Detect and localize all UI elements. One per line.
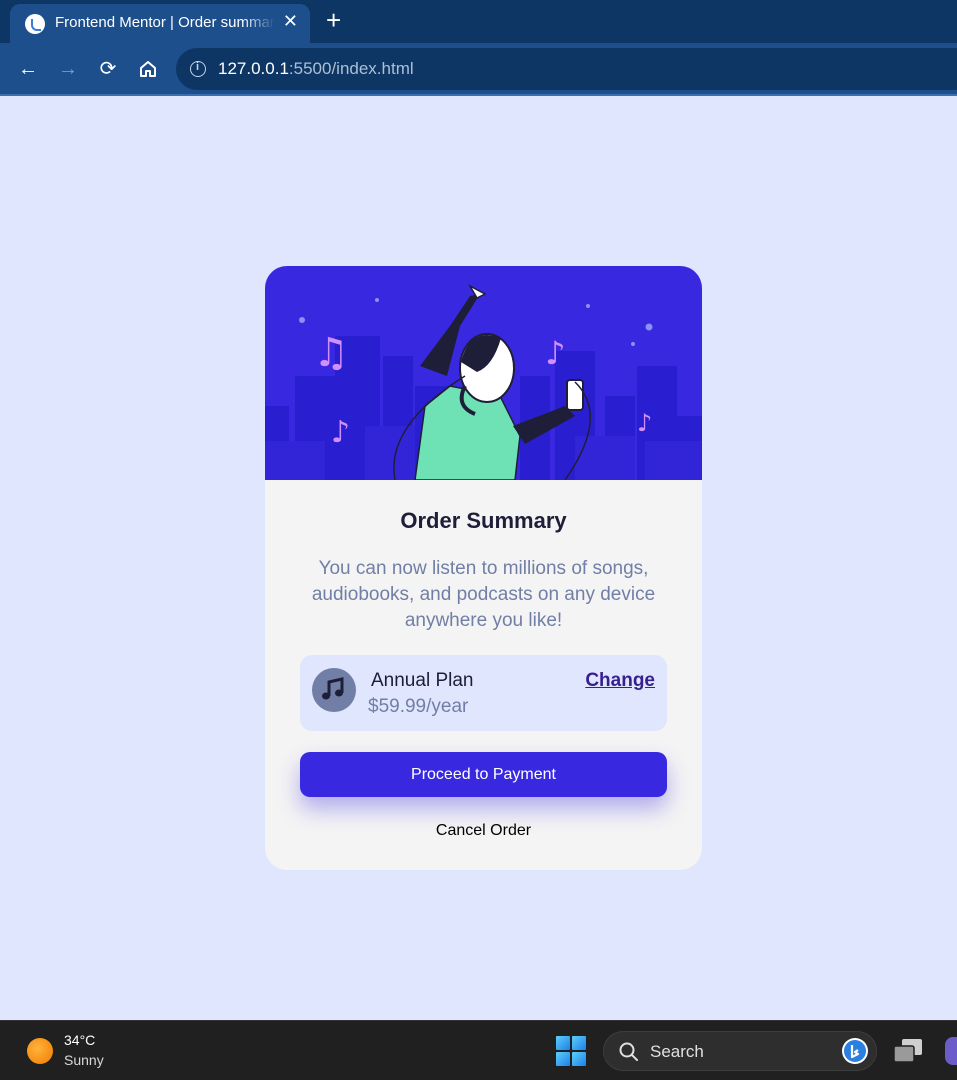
svg-text:♪: ♪ [331,415,350,450]
windows-taskbar: 34°C Sunny Search [0,1020,957,1080]
plan-name: Annual Plan [371,670,474,691]
back-icon[interactable]: ← [15,56,41,82]
taskbar-search-box[interactable]: Search [603,1031,877,1071]
favicon-icon [25,14,45,34]
order-summary-title: Order Summary [400,508,567,533]
cancel-order-button[interactable]: Cancel Order [265,822,702,840]
weather-sun-icon[interactable] [27,1038,53,1064]
reload-icon[interactable]: ⟳ [95,56,121,82]
bing-icon[interactable] [842,1038,868,1064]
windows-start-icon[interactable] [556,1036,586,1066]
tab-title: Frontend Mentor | Order summary [55,14,275,31]
url-text: 127.0.0.1:5500/index.html [218,59,414,79]
url-host: 127.0.0.1 [218,59,289,78]
weather-temperature[interactable]: 34°C [64,1032,95,1048]
order-summary-description: You can now listen to millions of songs,… [311,558,656,631]
home-icon[interactable] [135,56,161,82]
search-icon [619,1042,638,1061]
close-tab-icon[interactable]: ✕ [283,11,298,32]
teams-icon[interactable] [945,1037,957,1065]
new-tab-button[interactable]: + [326,7,341,33]
task-view-icon[interactable] [892,1037,924,1065]
music-icon [312,668,356,712]
browser-tab[interactable]: Frontend Mentor | Order summary ✕ [10,4,310,43]
hero-illustration: ♫ ♪ ♪ ♪ [265,266,702,481]
address-bar[interactable]: 127.0.0.1:5500/index.html [176,48,957,90]
order-summary-card: ♫ ♪ ♪ ♪ Order Summary You can now listen… [265,266,702,870]
browser-toolbar: ← → ⟳ 127.0.0.1:5500/index.html [0,43,957,96]
change-plan-link[interactable]: Change [585,670,655,692]
plan-box: Annual Plan $59.99/year Change [300,655,667,731]
url-path: :5500/index.html [288,59,414,78]
forward-icon[interactable]: → [55,56,81,82]
search-label: Search [650,1042,704,1061]
browser-tab-bar: Frontend Mentor | Order summary ✕ + [0,0,957,43]
weather-condition[interactable]: Sunny [64,1052,104,1068]
info-icon[interactable] [190,61,206,77]
svg-text:♪: ♪ [637,409,652,437]
plan-price: $59.99/year [368,696,469,717]
proceed-to-payment-button[interactable]: Proceed to Payment [300,752,667,797]
svg-text:♪: ♪ [545,334,565,372]
svg-text:♫: ♫ [313,330,349,376]
